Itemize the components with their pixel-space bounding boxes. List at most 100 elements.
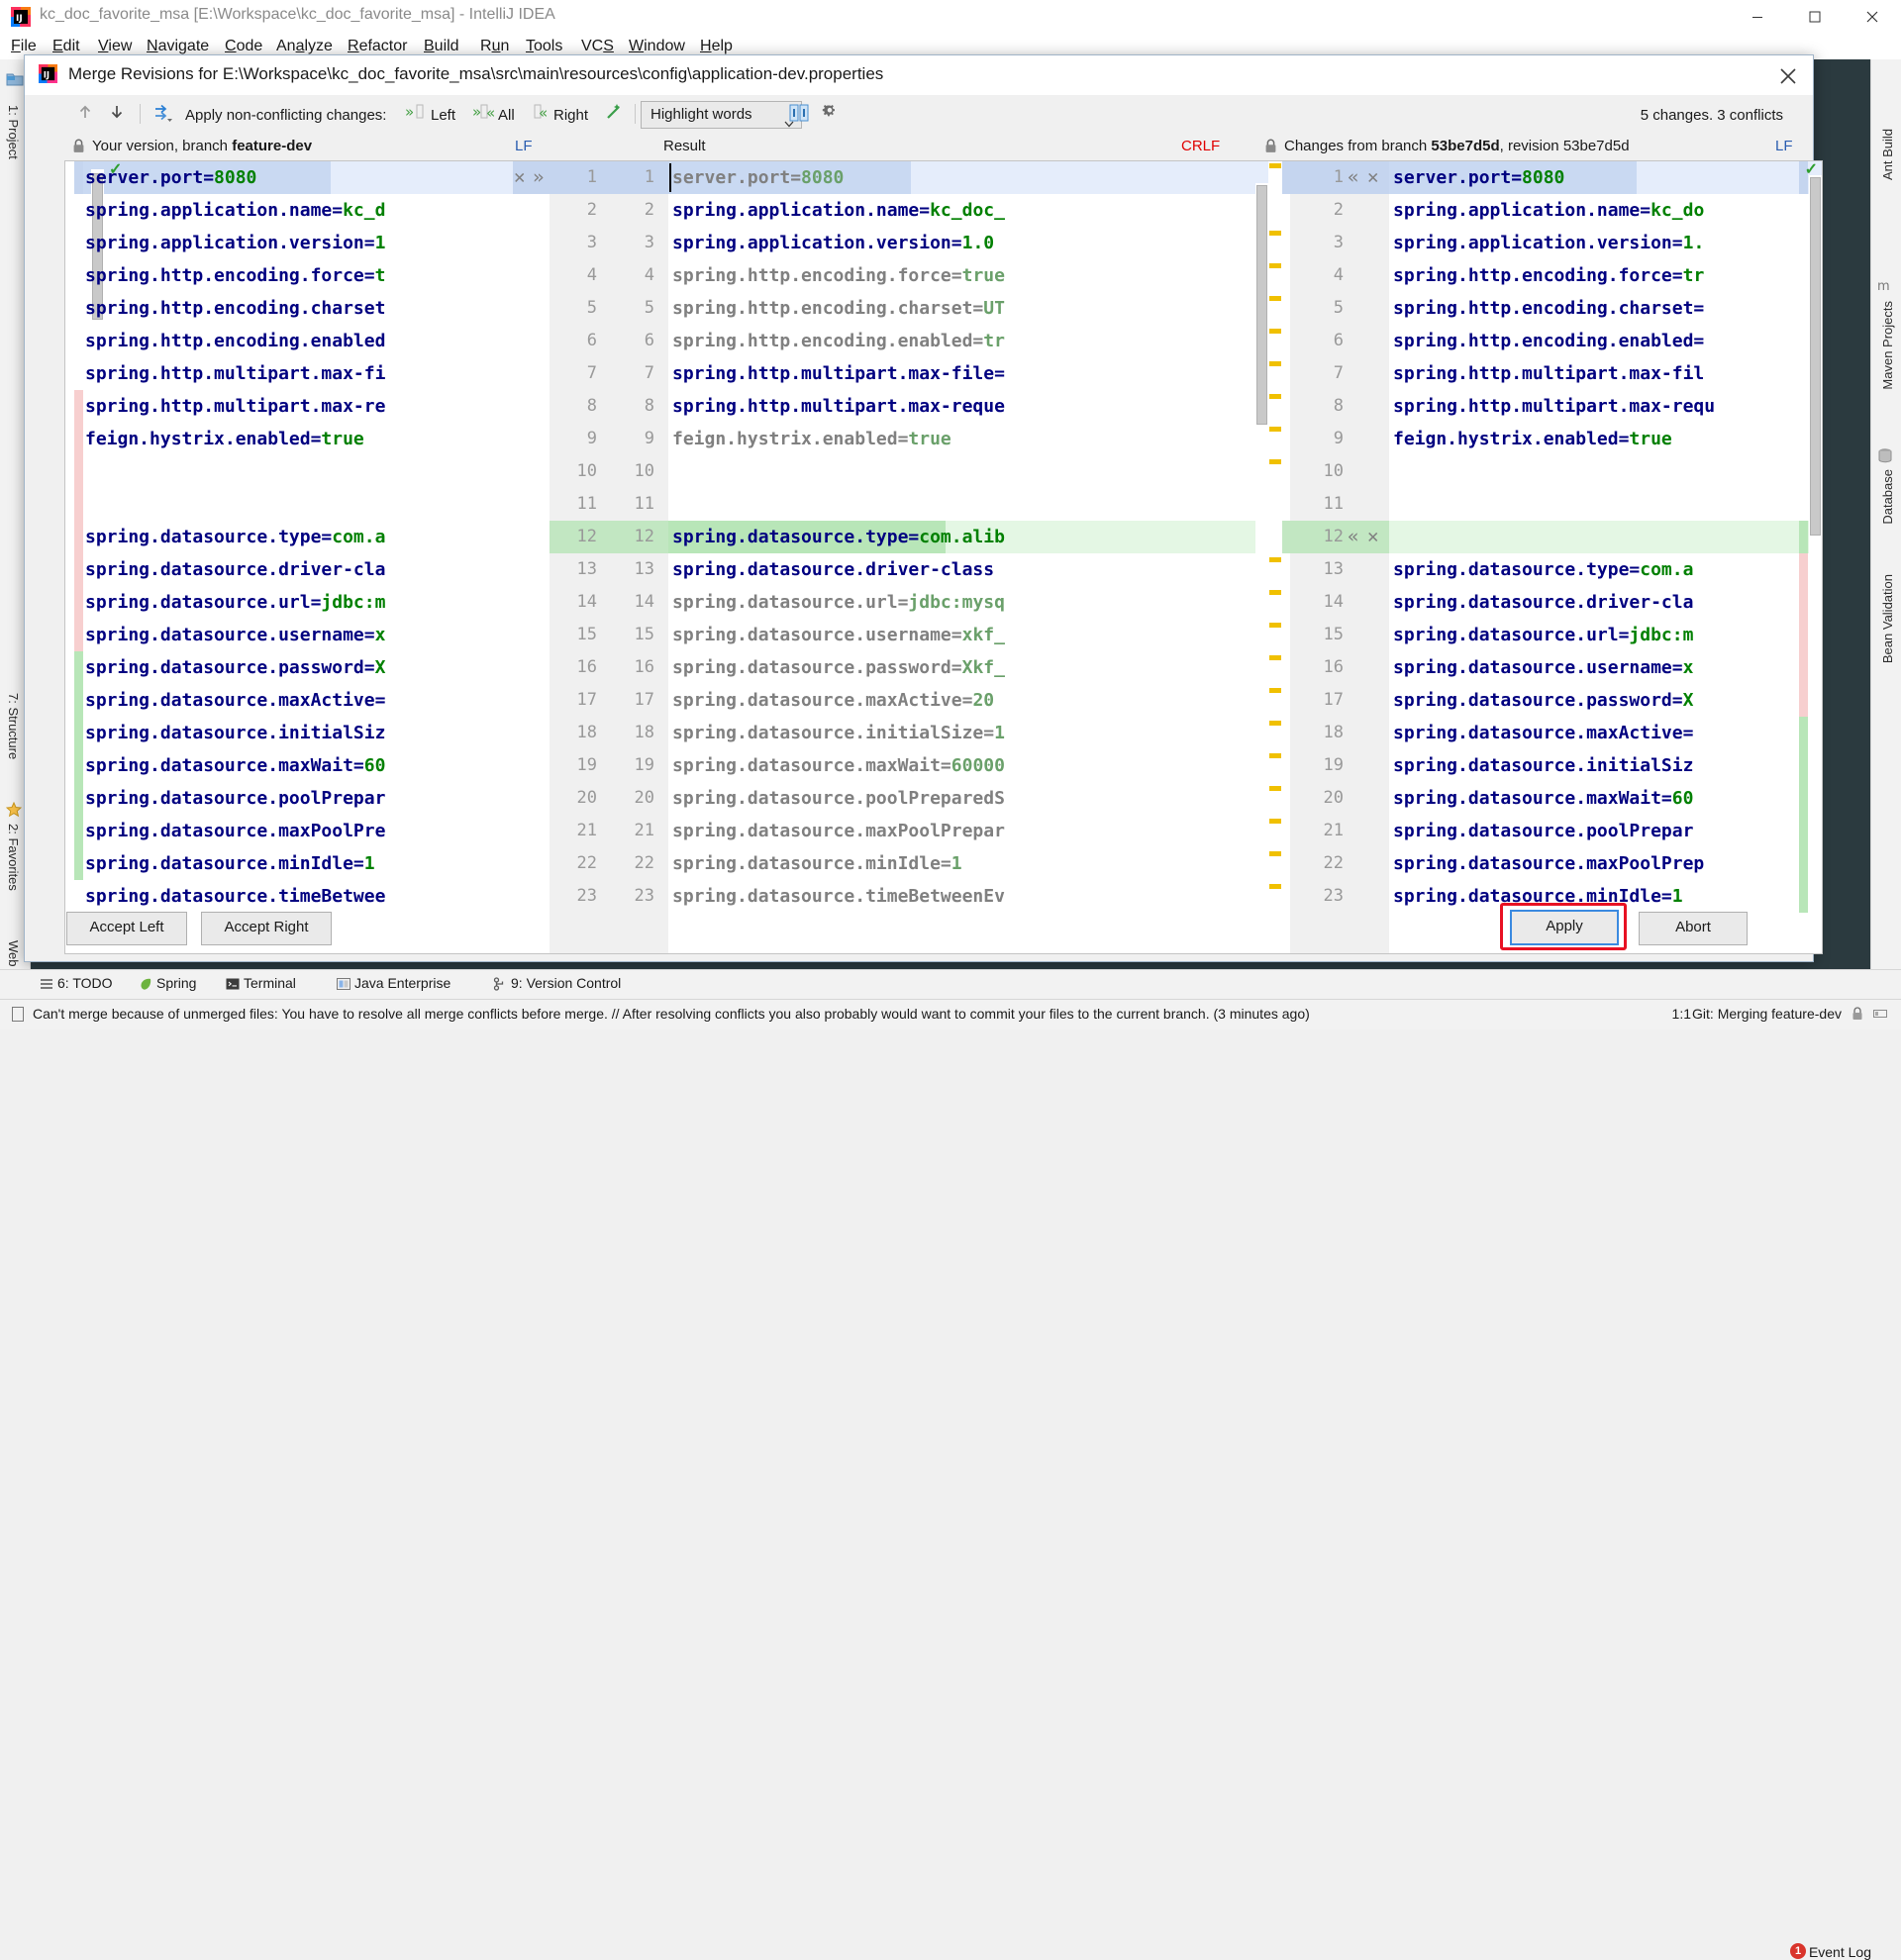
result-editor-pane[interactable]: 1 1 server.port=8080 2 2 spring.application.n… xyxy=(550,161,1282,953)
code-row[interactable]: spring.datasource.driver-cla xyxy=(65,553,513,586)
accept-change-left-icon[interactable]: » xyxy=(533,161,544,194)
sidebar-item-maven-projects[interactable]: Maven Projects xyxy=(1880,301,1895,390)
code-text[interactable]: spring.http.encoding.force=t xyxy=(85,259,385,292)
accept-left-button[interactable]: Accept Left xyxy=(66,912,187,945)
code-row[interactable]: 3 3 spring.application.version=1.0 xyxy=(550,227,1282,259)
next-difference-button[interactable] xyxy=(106,101,132,127)
code-row[interactable]: spring.http.multipart.max-re xyxy=(65,390,513,423)
code-row[interactable]: 9 feign.hystrix.enabled=true xyxy=(1290,423,1822,455)
code-row[interactable]: 6 spring.http.encoding.enabled= xyxy=(1290,325,1822,357)
code-text[interactable]: spring.datasource.maxWait=60 xyxy=(1393,782,1693,815)
code-row[interactable]: 11 11 xyxy=(550,488,1282,521)
code-text[interactable]: spring.datasource.minIdle=1 xyxy=(672,847,962,880)
result-line-separator[interactable]: CRLF xyxy=(1181,138,1220,154)
code-text[interactable]: spring.datasource.maxPoolPre xyxy=(85,815,385,847)
git-branch-status[interactable]: Git: Merging feature-dev xyxy=(1692,1006,1842,1022)
code-text[interactable]: spring.datasource.timeBetwee xyxy=(85,880,385,913)
code-row[interactable]: 3 spring.application.version=1. xyxy=(1290,227,1822,259)
code-row[interactable]: spring.datasource.timeBetwee xyxy=(65,880,513,913)
code-row[interactable]: 12 xyxy=(1290,521,1822,553)
code-row[interactable]: spring.http.encoding.force=t xyxy=(65,259,513,292)
code-text[interactable]: spring.application.version=1.0 xyxy=(672,227,994,259)
apply-left-button[interactable]: Left xyxy=(431,107,455,124)
code-text[interactable]: server.port=8080 xyxy=(672,161,844,194)
code-text[interactable]: spring.http.multipart.max-fi xyxy=(85,357,385,390)
code-text[interactable]: spring.datasource.maxWait=60 xyxy=(85,749,385,782)
code-row[interactable]: 1 server.port=8080 xyxy=(1290,161,1822,194)
code-text[interactable]: spring.datasource.username=xkf_ xyxy=(672,619,1005,651)
code-row[interactable]: spring.datasource.minIdle=1 xyxy=(65,847,513,880)
code-text[interactable]: spring.datasource.password=Xkf_ xyxy=(672,651,1005,684)
apply-all-icon[interactable]: » « xyxy=(472,101,498,127)
right-pane-scrollbar[interactable] xyxy=(1809,175,1822,937)
dialog-close-button[interactable] xyxy=(1775,63,1801,89)
code-text[interactable]: spring.datasource.maxPoolPrep xyxy=(1393,847,1704,880)
code-row[interactable]: 16 16 spring.datasource.password=Xkf_ xyxy=(550,651,1282,684)
code-text[interactable]: server.port=8080 xyxy=(85,161,256,194)
previous-difference-button[interactable] xyxy=(74,101,100,127)
code-row[interactable]: 21 spring.datasource.poolPrepar xyxy=(1290,815,1822,847)
code-row[interactable]: 17 17 spring.datasource.maxActive=20 xyxy=(550,684,1282,717)
code-row[interactable]: 10 xyxy=(1290,455,1822,488)
code-text[interactable]: spring.application.name=kc_d xyxy=(85,194,385,227)
apply-left-icon[interactable]: » xyxy=(404,101,430,127)
revert-change-left-icon[interactable]: ✕ xyxy=(514,161,525,194)
code-row[interactable]: 10 10 xyxy=(550,455,1282,488)
code-row[interactable]: 20 spring.datasource.maxWait=60 xyxy=(1290,782,1822,815)
apply-right-button[interactable]: Right xyxy=(553,107,588,124)
code-row[interactable]: 14 14 spring.datasource.url=jdbc:mysq xyxy=(550,586,1282,619)
code-text[interactable]: spring.datasource.username=x xyxy=(1393,651,1693,684)
memory-indicator-icon[interactable] xyxy=(1873,1007,1887,1021)
code-row[interactable]: 2 2 spring.application.name=kc_doc_ xyxy=(550,194,1282,227)
sidebar-item-favorites[interactable]: 2: Favorites xyxy=(6,824,21,891)
code-text[interactable]: spring.datasource.url=jdbc:m xyxy=(1393,619,1693,651)
event-log-button[interactable]: Event Log xyxy=(1809,1944,1871,1960)
code-text[interactable]: spring.datasource.initialSize=1 xyxy=(672,717,1005,749)
code-row[interactable]: 13 13 spring.datasource.driver-class xyxy=(550,553,1282,586)
code-text[interactable]: spring.application.name=kc_doc_ xyxy=(672,194,1005,227)
gear-icon[interactable] xyxy=(819,101,845,127)
code-text[interactable]: server.port=8080 xyxy=(1393,161,1564,194)
code-row[interactable]: 22 22 spring.datasource.minIdle=1 xyxy=(550,847,1282,880)
left-editor-pane[interactable]: ✓ server.port=8080 spring.application.nam… xyxy=(65,161,513,953)
code-text[interactable]: spring.datasource.timeBetweenEv xyxy=(672,880,1005,913)
code-text[interactable]: spring.datasource.poolPreparedS xyxy=(672,782,1005,815)
window-close-button[interactable] xyxy=(1844,0,1901,34)
code-row[interactable]: spring.datasource.maxWait=60 xyxy=(65,749,513,782)
code-text[interactable]: spring.http.encoding.charset xyxy=(85,292,385,325)
sidebar-item-ant-build[interactable]: Ant Build xyxy=(1880,129,1895,180)
right-editor-pane[interactable]: « ✕ « ✕ 1 server.port=8080 2 spring.applica… xyxy=(1290,161,1822,953)
code-text[interactable]: spring.http.encoding.force=true xyxy=(672,259,1005,292)
code-row[interactable]: 23 23 spring.datasource.timeBetweenEv xyxy=(550,880,1282,913)
sidebar-item-structure[interactable]: 7: Structure xyxy=(6,693,21,759)
code-row[interactable]: spring.http.encoding.charset xyxy=(65,292,513,325)
code-text[interactable]: feign.hystrix.enabled=true xyxy=(85,423,364,455)
highlight-mode-select[interactable]: Highlight words xyxy=(641,101,802,129)
code-row[interactable]: spring.datasource.type=com.a xyxy=(65,521,513,553)
code-row[interactable]: 17 spring.datasource.password=X xyxy=(1290,684,1822,717)
code-text[interactable]: spring.datasource.password=X xyxy=(85,651,385,684)
code-text[interactable]: spring.datasource.driver-cla xyxy=(1393,586,1693,619)
side-by-side-icon[interactable] xyxy=(787,101,813,127)
code-row[interactable]: spring.datasource.maxActive= xyxy=(65,684,513,717)
code-text[interactable]: spring.http.encoding.force=tr xyxy=(1393,259,1704,292)
window-maximize-button[interactable] xyxy=(1786,0,1844,34)
code-row[interactable]: feign.hystrix.enabled=true xyxy=(65,423,513,455)
code-row[interactable]: 14 spring.datasource.driver-cla xyxy=(1290,586,1822,619)
code-row[interactable]: 22 spring.datasource.maxPoolPrep xyxy=(1290,847,1822,880)
code-row[interactable] xyxy=(65,488,513,521)
tool-button-java-enterprise[interactable]: Java Enterprise xyxy=(354,975,450,991)
code-row[interactable]: spring.datasource.url=jdbc:m xyxy=(65,586,513,619)
code-row[interactable]: 21 21 spring.datasource.maxPoolPrepar xyxy=(550,815,1282,847)
left-line-separator[interactable]: LF xyxy=(515,138,533,154)
code-row[interactable]: 12 12 spring.datasource.type=com.alib xyxy=(550,521,1282,553)
code-row[interactable]: 19 19 spring.datasource.maxWait=60000 xyxy=(550,749,1282,782)
code-row[interactable]: spring.http.encoding.enabled xyxy=(65,325,513,357)
code-text[interactable]: spring.http.encoding.enabled= xyxy=(1393,325,1704,357)
result-pane-scrollbar[interactable] xyxy=(1255,183,1268,935)
code-text[interactable]: spring.datasource.driver-cla xyxy=(85,553,385,586)
code-text[interactable]: spring.http.multipart.max-fil xyxy=(1393,357,1704,390)
code-row[interactable]: spring.datasource.maxPoolPre xyxy=(65,815,513,847)
code-row[interactable]: server.port=8080 xyxy=(65,161,513,194)
apply-all-button[interactable]: All xyxy=(498,107,515,124)
